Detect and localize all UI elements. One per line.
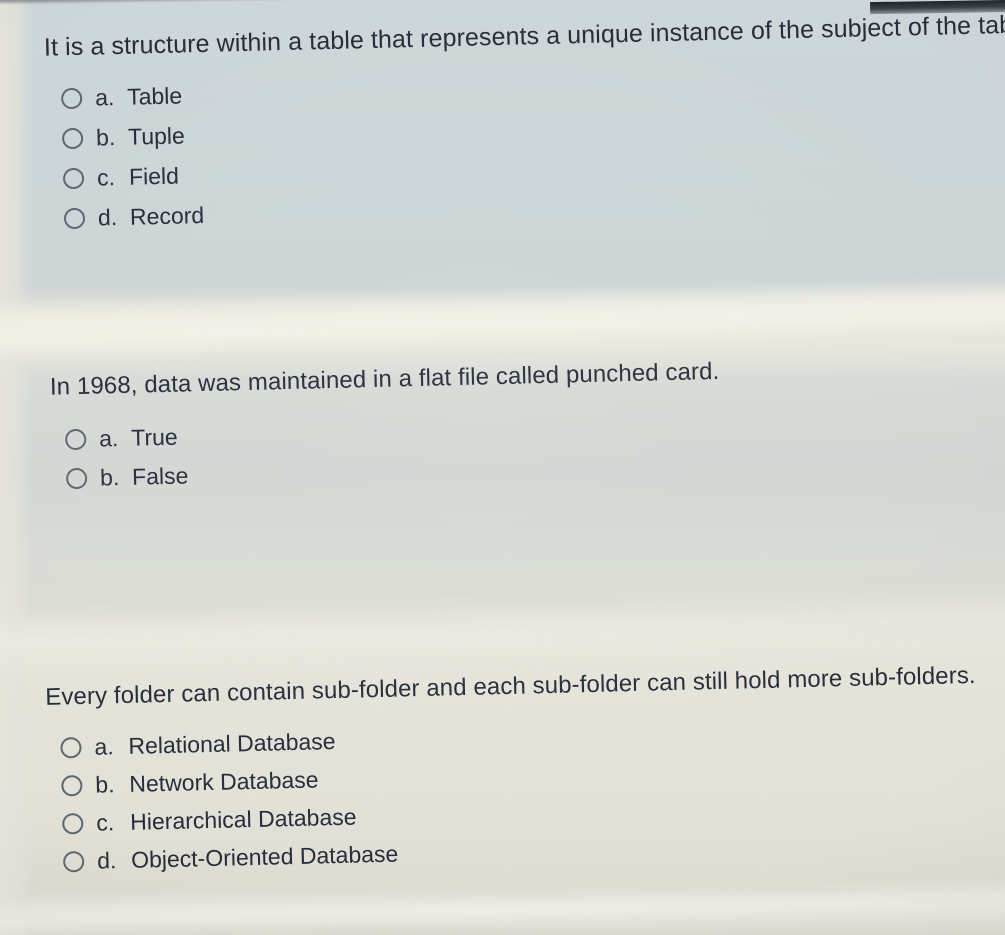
option-label: Hierarchical Database [129, 803, 357, 835]
option-letter: d. [97, 204, 118, 231]
question-3-options: a. Relational Database b. Network Databa… [60, 713, 980, 876]
option-label: Record [129, 202, 205, 230]
option-letter: c. [96, 164, 116, 191]
question-1-text: It is a structure within a table that re… [43, 10, 1005, 62]
question-1-option-d[interactable]: d. Record [63, 182, 1005, 232]
radio-button-icon[interactable] [62, 850, 85, 873]
radio-button-icon[interactable] [63, 208, 86, 230]
question-1-option-c[interactable]: c. Field [62, 142, 1005, 192]
radio-button-icon[interactable] [61, 774, 83, 797]
option-letter: b. [99, 464, 120, 491]
question-1: It is a structure within a table that re… [44, 9, 1005, 246]
option-letter: a. [98, 425, 119, 452]
option-label: Network Database [129, 766, 319, 797]
question-3-text: Every folder can contain sub-folder and … [44, 661, 976, 711]
option-letter: a. [94, 733, 114, 760]
radio-button-icon[interactable] [62, 812, 84, 835]
question-1-option-a[interactable]: a. Table [60, 62, 1005, 112]
option-label: Field [128, 162, 180, 190]
option-label: Table [126, 82, 183, 110]
option-letter: a. [94, 84, 115, 111]
option-label: Tuple [127, 122, 186, 150]
option-letter: b. [95, 771, 115, 798]
quiz-screenshot: It is a structure within a table that re… [0, 0, 1005, 935]
question-3: Every folder can contain sub-folder and … [45, 661, 980, 887]
radio-button-icon[interactable] [60, 88, 83, 110]
radio-button-icon[interactable] [61, 128, 84, 150]
option-letter: b. [95, 124, 116, 151]
option-letter: d. [96, 847, 117, 874]
option-label: True [130, 423, 178, 451]
quiz-content: It is a structure within a table that re… [0, 0, 1005, 935]
option-letter: c. [95, 809, 115, 836]
radio-button-icon[interactable] [62, 168, 85, 190]
option-label: False [131, 462, 189, 490]
question-2-options: a. True b. False [64, 411, 722, 492]
radio-button-icon[interactable] [60, 736, 82, 759]
question-1-option-b[interactable]: b. Tuple [61, 102, 1005, 152]
option-label: Relational Database [128, 728, 336, 759]
radio-button-icon[interactable] [64, 428, 87, 451]
question-2-option-b[interactable]: b. False [65, 450, 722, 492]
radio-button-icon[interactable] [65, 467, 88, 490]
option-label: Object-Oriented Database [130, 840, 399, 873]
question-1-options: a. Table b. Tuple c. Field d. Record [60, 62, 1005, 232]
question-2: In 1968, data was maintained in a flat f… [50, 357, 722, 505]
question-2-option-a[interactable]: a. True [64, 411, 721, 453]
question-2-text: In 1968, data was maintained in a flat f… [49, 357, 720, 401]
